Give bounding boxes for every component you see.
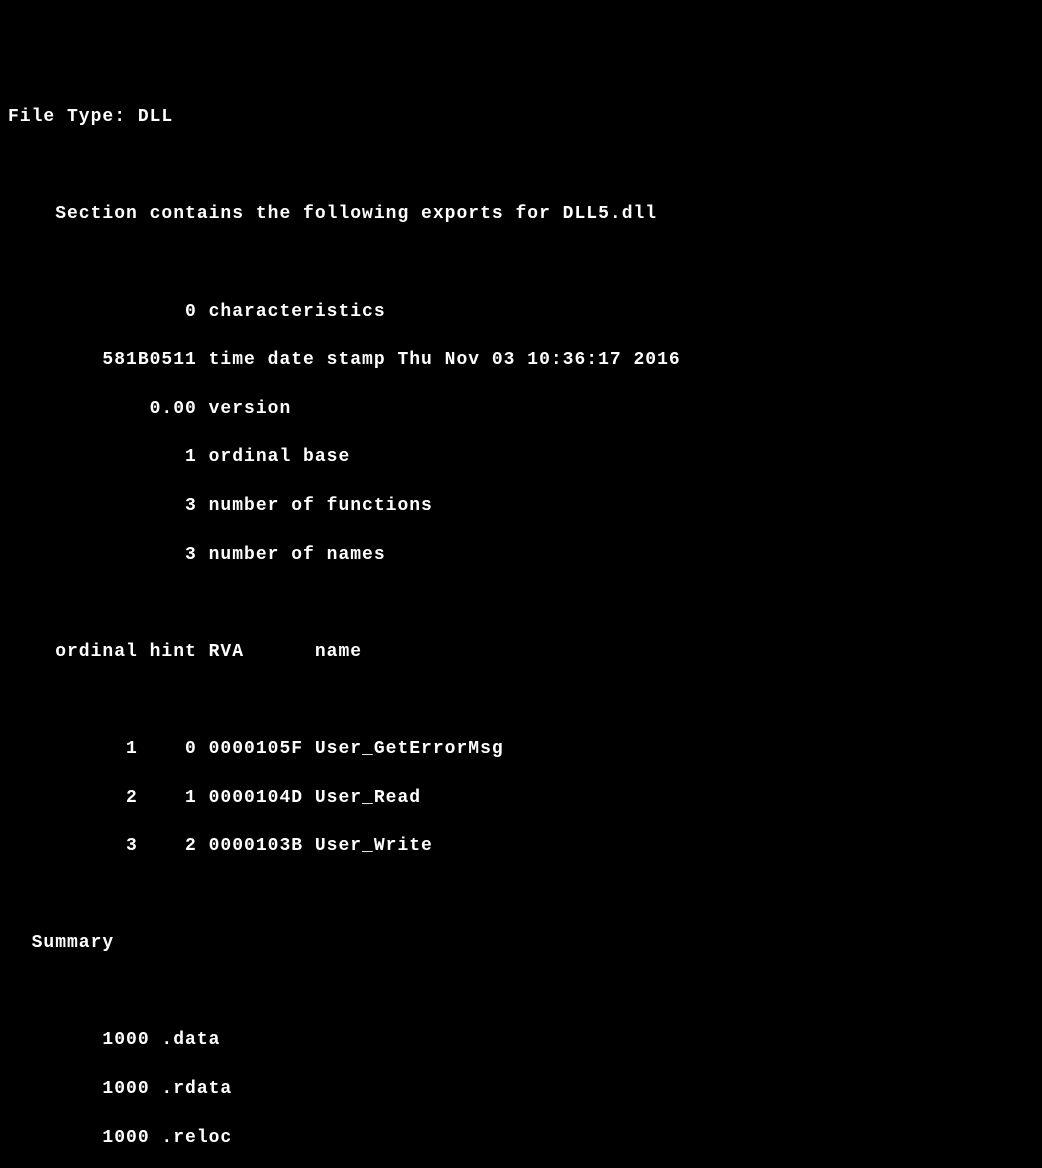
- summary-title: Summary: [8, 931, 1034, 955]
- num-functions-line: 3 number of functions: [8, 494, 1034, 518]
- table-header: ordinal hint RVA name: [8, 640, 1034, 664]
- blank-line: [8, 154, 1034, 178]
- blank-line: [8, 591, 1034, 615]
- characteristics-line: 0 characteristics: [8, 300, 1034, 324]
- ordinal-base-line: 1 ordinal base: [8, 445, 1034, 469]
- num-names-line: 3 number of names: [8, 543, 1034, 567]
- blank-line: [8, 688, 1034, 712]
- version-line: 0.00 version: [8, 397, 1034, 421]
- blank-line: [8, 251, 1034, 275]
- export-row: 3 2 0000103B User_Write: [8, 834, 1034, 858]
- summary-row: 1000 .data: [8, 1028, 1034, 1052]
- summary-row: 1000 .rdata: [8, 1077, 1034, 1101]
- export-row: 2 1 0000104D User_Read: [8, 786, 1034, 810]
- blank-line: [8, 883, 1034, 907]
- blank-line: [8, 980, 1034, 1004]
- file-type-line: File Type: DLL: [8, 105, 1034, 129]
- section-title: Section contains the following exports f…: [8, 202, 1034, 226]
- timestamp-line: 581B0511 time date stamp Thu Nov 03 10:3…: [8, 348, 1034, 372]
- summary-row: 1000 .reloc: [8, 1126, 1034, 1150]
- export-row: 1 0 0000105F User_GetErrorMsg: [8, 737, 1034, 761]
